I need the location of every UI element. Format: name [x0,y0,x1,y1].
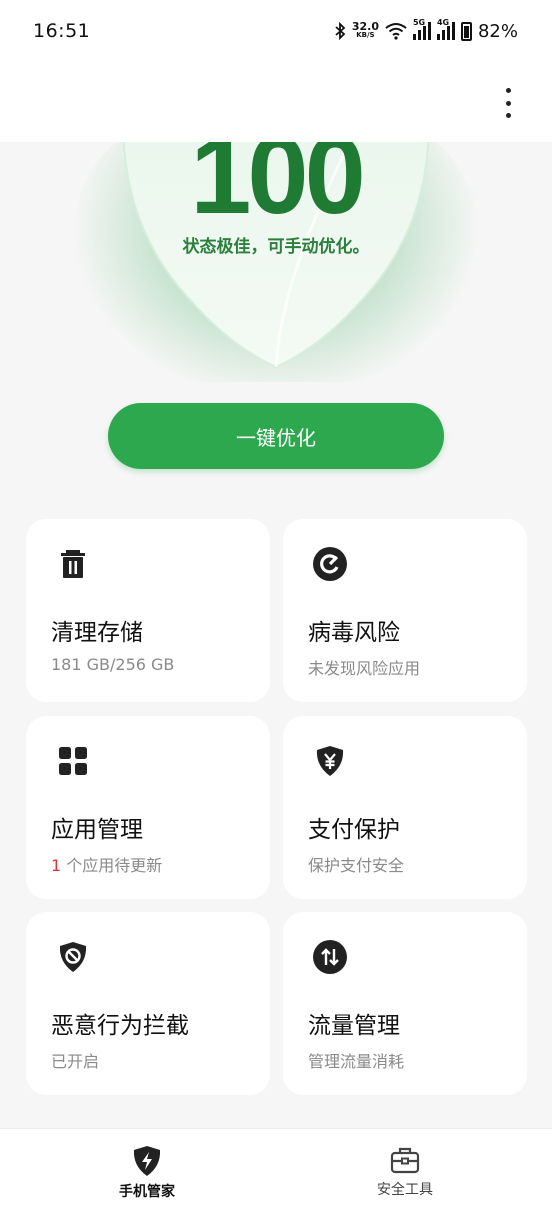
battery-percent: 82% [477,20,518,42]
bottom-navigation: 手机管家 安全工具 [0,1128,552,1214]
card-subtitle: 未发现风险应用 [308,659,421,678]
status-time: 16:51 [33,20,91,42]
status-icons: 32.0 KB/S 5G 4G 82% [334,18,518,42]
trash-icon [61,550,85,578]
nav-label: 手机管家 [119,1184,175,1200]
card-subtitle: 已开启 [51,1052,100,1071]
lightning-shield-icon [133,1146,161,1176]
signal-5g-icon: 5G [412,18,431,40]
card-title: 清理存储 [51,620,143,646]
card-subtitle: 1 个应用待更新 [51,856,163,875]
card-title: 应用管理 [51,817,143,843]
virus-scan-icon [313,547,347,581]
card-virus-risk[interactable]: 病毒风险 未发现风险应用 [283,519,527,702]
data-traffic-icon [313,940,347,974]
nav-label: 安全工具 [377,1182,433,1198]
card-title: 支付保护 [308,817,400,843]
health-score: 100 [190,142,366,237]
card-title: 恶意行为拦截 [51,1013,189,1039]
apps-grid-icon [59,747,87,775]
block-shield-icon [59,942,87,972]
more-dot-icon [505,113,511,118]
card-subtitle: 181 GB/256 GB [51,655,175,674]
more-dot-icon [505,100,511,106]
one-click-optimize-button[interactable]: 一键优化 [108,403,444,469]
card-data-management[interactable]: 流量管理 管理流量消耗 [283,912,527,1095]
card-subtitle: 管理流量消耗 [308,1052,405,1071]
update-count: 1 [51,856,62,875]
card-clean-storage[interactable]: 清理存储 181 GB/256 GB [26,519,270,702]
card-app-management[interactable]: 应用管理 1 个应用待更新 [26,716,270,899]
signal-4g-icon: 4G [436,18,455,40]
payment-shield-icon [316,746,344,776]
card-subtitle: 保护支付安全 [308,856,405,875]
wifi-icon [385,23,407,40]
hero-section: 100 状态极佳，可手动优化。 [0,142,552,382]
bluetooth-icon [335,22,346,40]
toolbox-icon [390,1147,420,1174]
more-dot-icon [505,88,511,93]
card-title: 流量管理 [308,1013,400,1039]
card-title: 病毒风险 [308,620,400,646]
battery-icon [460,21,472,41]
nav-tab-phone-manager[interactable]: 手机管家 [87,1145,207,1201]
nav-tab-security-tools[interactable]: 安全工具 [345,1145,465,1199]
status-bar: 16:51 32.0 KB/S 5G 4G 82% [0,0,552,62]
app-bar [0,62,552,142]
health-status-text: 状态极佳，可手动优化。 [182,237,370,257]
card-malicious-blocking[interactable]: 恶意行为拦截 已开启 [26,912,270,1095]
more-options-button[interactable] [498,88,518,118]
network-speed: 32.0 KB/S [351,20,379,39]
card-payment-protection[interactable]: 支付保护 保护支付安全 [283,716,527,899]
